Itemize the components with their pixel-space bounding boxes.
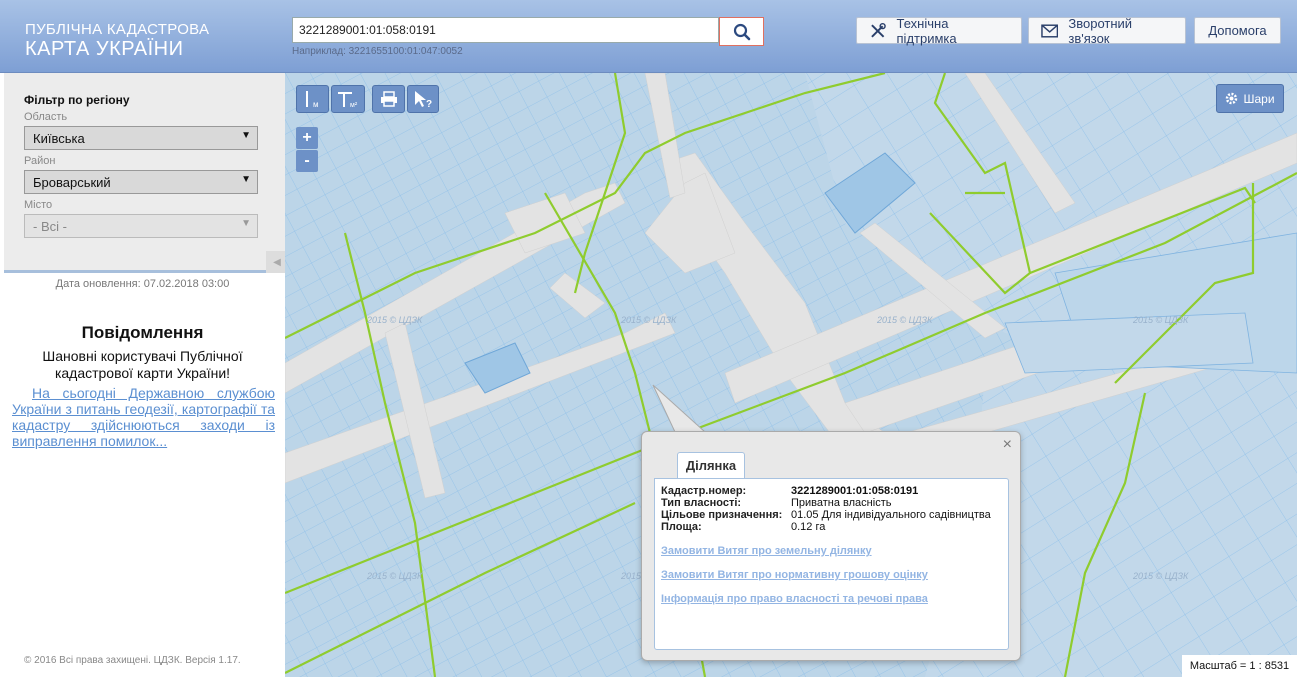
info-value: 0.12 га — [791, 521, 826, 533]
search-button[interactable] — [719, 17, 764, 46]
watermark: 2015 © ЦДЗК — [1133, 315, 1189, 325]
info-row: Цільове призначення: 01.05 Для індивідуал… — [661, 509, 991, 521]
info-row: Тип власності: Приватна власність — [661, 497, 891, 509]
support-label: Технічна підтримка — [896, 15, 957, 46]
header: ПУБЛІЧНА КАДАСТРОВА КАРТА УКРАЇНИ Наприк… — [0, 0, 1297, 73]
filter-title: Фільтр по регіону — [24, 93, 130, 107]
measure-distance-button[interactable]: м — [296, 85, 329, 113]
info-key: Тип власності: — [661, 497, 742, 509]
ruler-icon: м — [305, 91, 319, 109]
oblast-select[interactable]: Київська ▼ — [24, 126, 258, 150]
zoom-out-button[interactable]: - — [296, 150, 318, 172]
rayon-label: Район — [24, 155, 56, 167]
search-hint: Наприклад: 3221655100:01:047:0052 — [292, 46, 463, 57]
dropdown-arrow-icon: ▼ — [241, 218, 251, 229]
info-value: Приватна власність — [791, 497, 892, 509]
notice-link[interactable]: На сьогодні Державною службою України з … — [12, 385, 275, 449]
rayon-value: Броварський — [33, 175, 111, 190]
feedback-button[interactable]: Зворотний зв'язок — [1028, 15, 1186, 46]
order-valuation-link[interactable]: Замовити Витяг про нормативну грошову оц… — [661, 569, 928, 581]
copyright: © 2016 Всі права захищені. ЦДЗК. Версія … — [24, 655, 241, 666]
update-date: Дата оновлення: 07.02.2018 03:00 — [55, 278, 230, 290]
region-filter: Фільтр по регіону Область Київська ▼ Рай… — [4, 73, 288, 273]
measure-area-button[interactable]: м² — [331, 85, 365, 113]
info-key: Кадастр.номер: — [661, 485, 747, 497]
info-value: 01.05 Для індивідуального садівництва — [791, 509, 991, 521]
oblast-label: Область — [24, 111, 68, 123]
layers-button[interactable]: Шари — [1216, 84, 1284, 113]
svg-text:м: м — [313, 100, 319, 109]
watermark: 2015 © ЦДЗК — [877, 315, 933, 325]
tools-icon — [871, 22, 886, 38]
info-key: Цільове призначення: — [661, 509, 783, 521]
logo-line2[interactable]: КАРТА УКРАЇНИ — [25, 38, 183, 61]
notice-title: Повідомлення — [81, 323, 204, 342]
zoom-in-button[interactable]: + — [296, 127, 318, 149]
help-label: Допомога — [1208, 23, 1267, 38]
order-extract-link[interactable]: Замовити Витяг про земельну ділянку — [661, 545, 872, 557]
oblast-value: Київська — [33, 131, 85, 146]
watermark: 2015 © ЦДЗК — [367, 315, 423, 325]
chevron-left-icon: ◀ — [273, 256, 281, 268]
ownership-info-link[interactable]: Інформація про право власності та речові… — [661, 593, 928, 605]
watermark: 2015 © ЦДЗК — [1133, 571, 1189, 581]
close-icon[interactable]: × — [1003, 436, 1012, 454]
info-row: Кадастр.номер: 3221289001:01:058:0191 — [661, 485, 918, 497]
area-icon: м² — [338, 92, 358, 109]
city-label: Місто — [24, 199, 53, 211]
logo-line1[interactable]: ПУБЛІЧНА КАДАСТРОВА — [25, 21, 209, 38]
sidebar: Фільтр по регіону Область Київська ▼ Рай… — [0, 73, 288, 677]
help-button[interactable]: Допомога — [1194, 17, 1281, 44]
dropdown-arrow-icon: ▼ — [241, 174, 251, 185]
svg-text:м²: м² — [350, 102, 358, 109]
map-view[interactable]: 2015 © ЦДЗК 2015 © ЦДЗК 2015 © ЦДЗК 2015… — [285, 73, 1297, 677]
printer-icon — [380, 91, 397, 107]
parcel-details: Кадастр.номер: 3221289001:01:058:0191 Тип… — [654, 478, 1009, 650]
map-scale: Масштаб = 1 : 8531 — [1182, 655, 1297, 677]
parcel-info-popup: × Ділянка Кадастр.номер: 3221289001:01:05… — [641, 431, 1021, 661]
layers-label: Шари — [1243, 91, 1275, 106]
dropdown-arrow-icon: ▼ — [241, 130, 251, 141]
print-button[interactable] — [372, 85, 405, 113]
notice-body: Шановні користувачі Публічної кадастрово… — [42, 348, 243, 381]
search-icon — [733, 23, 750, 40]
popup-pointer — [652, 384, 707, 433]
watermark: 2015 © ЦДЗК — [367, 571, 423, 581]
city-select[interactable]: - Всі - ▼ — [24, 214, 258, 238]
feedback-label: Зворотний зв'язок — [1068, 15, 1133, 46]
identify-button[interactable]: ? — [407, 85, 439, 113]
cursor-question-icon: ? — [415, 91, 432, 109]
tab-parcel[interactable]: Ділянка — [677, 452, 745, 478]
info-value: 3221289001:01:058:0191 — [791, 485, 919, 497]
watermark: 2015 © ЦДЗК — [621, 315, 677, 325]
info-key: Площа: — [661, 521, 702, 533]
envelope-icon — [1041, 23, 1059, 38]
gear-icon — [1226, 92, 1238, 105]
support-button[interactable]: Технічна підтримка — [856, 15, 1022, 46]
search-input[interactable] — [292, 17, 719, 43]
svg-text:?: ? — [426, 99, 432, 109]
rayon-select[interactable]: Броварський ▼ — [24, 170, 258, 194]
info-row: Площа: 0.12 га — [661, 521, 825, 533]
city-value: - Всі - — [33, 219, 67, 234]
